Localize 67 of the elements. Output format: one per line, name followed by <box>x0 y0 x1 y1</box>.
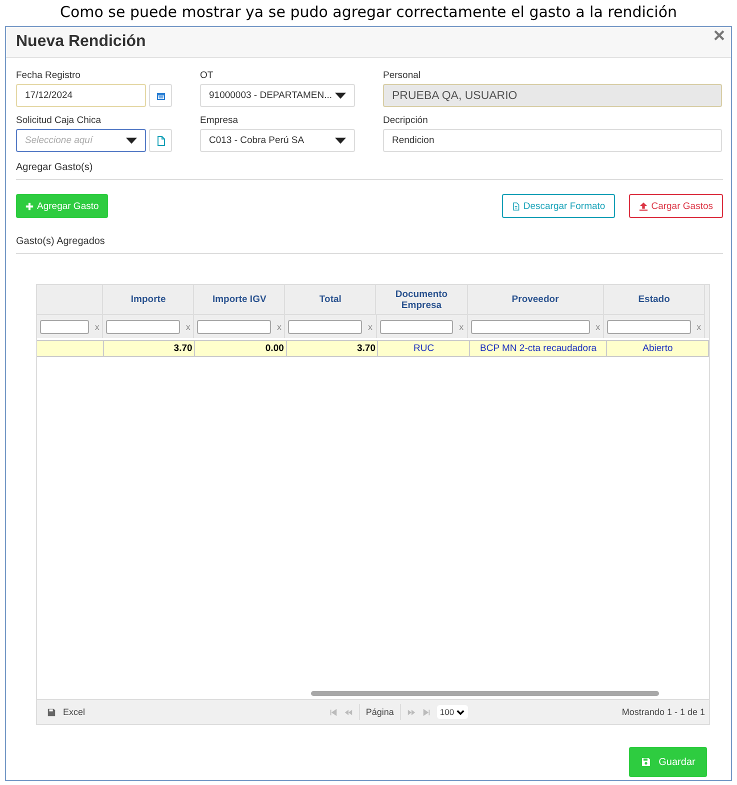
clear-filter-button[interactable]: x <box>186 322 190 332</box>
clear-filter-button[interactable]: x <box>276 322 282 332</box>
plus-icon <box>25 202 34 210</box>
field-label: OT <box>200 70 214 81</box>
field-label: Decripción <box>383 115 429 126</box>
last-page-icon <box>422 708 431 716</box>
first-page-icon <box>328 708 338 716</box>
clear-filter-button[interactable]: x <box>696 322 702 332</box>
field-label: Empresa <box>200 115 240 126</box>
column-header[interactable]: Estado <box>604 285 706 314</box>
save-icon <box>640 757 651 767</box>
table-cell: BCP MN 2-cta recaudadora <box>470 340 608 357</box>
save-icon <box>47 708 56 716</box>
filter-field[interactable] <box>106 320 180 334</box>
upload-expenses-button[interactable]: Cargar Gastos <box>629 194 723 218</box>
field-label: Personal <box>383 70 422 81</box>
page-size-select[interactable]: 100 <box>436 705 468 719</box>
select-field[interactable]: 91000003 - DEPARTAMEN... <box>200 84 355 107</box>
section-title: Gasto(s) Agregados <box>16 236 723 254</box>
document-icon <box>512 202 520 210</box>
date-field[interactable]: 17/12/2024 <box>16 84 146 107</box>
caret-down-icon <box>126 135 137 146</box>
next-page-icon <box>406 708 416 716</box>
clear-filter-button[interactable]: x <box>94 322 100 332</box>
column-header[interactable]: Proveedor <box>468 285 604 314</box>
text-field[interactable]: PRUEBA QA, USUARIO <box>383 84 722 107</box>
table-cell: 3.70 <box>286 340 378 357</box>
caret-down-icon <box>335 90 346 101</box>
table-cell: Abierto <box>607 340 709 357</box>
upload-icon <box>639 202 648 210</box>
section-title: Agregar Gasto(s) <box>16 152 723 180</box>
clear-filter-button[interactable]: x <box>459 322 464 332</box>
filter-field[interactable] <box>40 320 89 334</box>
document-icon <box>156 136 166 146</box>
filter-field[interactable] <box>197 320 271 334</box>
column-header[interactable]: Documento Empresa <box>376 285 468 314</box>
previous-page-icon <box>344 708 353 716</box>
close-button[interactable]: × <box>713 29 725 43</box>
table-cell: 0.00 <box>195 340 287 357</box>
column-header[interactable]: Importe IGV <box>194 285 286 314</box>
filter-field[interactable] <box>607 320 691 334</box>
clear-filter-button[interactable]: x <box>368 322 373 332</box>
calendar-button[interactable] <box>149 84 172 107</box>
table-cell <box>37 340 104 357</box>
table-row[interactable]: 3.70 0.00 3.70 RUC BCP MN 2-cta recaudadora Abierto <box>37 338 709 357</box>
text-field[interactable]: Rendicion <box>383 129 722 152</box>
table-cell: RUC <box>378 340 470 357</box>
filter-field[interactable] <box>380 320 454 334</box>
record-summary: Mostrando 1 - 1 de 1 <box>622 707 705 717</box>
caret-down-icon <box>335 135 346 146</box>
filter-field[interactable] <box>470 320 590 334</box>
excel-export-link[interactable]: Excel <box>63 707 86 717</box>
scrollbar[interactable] <box>311 691 659 696</box>
document-button[interactable] <box>149 129 172 152</box>
dialog-title: Nueva Rendición <box>16 33 146 51</box>
filter-field[interactable] <box>288 320 362 334</box>
chevron-down-icon <box>456 708 466 716</box>
table-cell: 3.70 <box>104 340 196 357</box>
field-label: Fecha Registro <box>16 70 82 81</box>
field-label: Solicitud Caja Chica <box>16 115 102 126</box>
column-header[interactable]: Importe <box>103 285 194 314</box>
page-label: Página <box>366 707 394 717</box>
calendar-icon <box>156 90 166 100</box>
column-header[interactable]: Total <box>285 285 376 314</box>
select-field[interactable]: C013 - Cobra Perú SA <box>200 129 355 152</box>
caption: Como se puede mostrar ya se pudo agregar correctamente el gasto a la rendición <box>58 2 678 23</box>
clear-filter-button[interactable]: x <box>596 322 600 332</box>
